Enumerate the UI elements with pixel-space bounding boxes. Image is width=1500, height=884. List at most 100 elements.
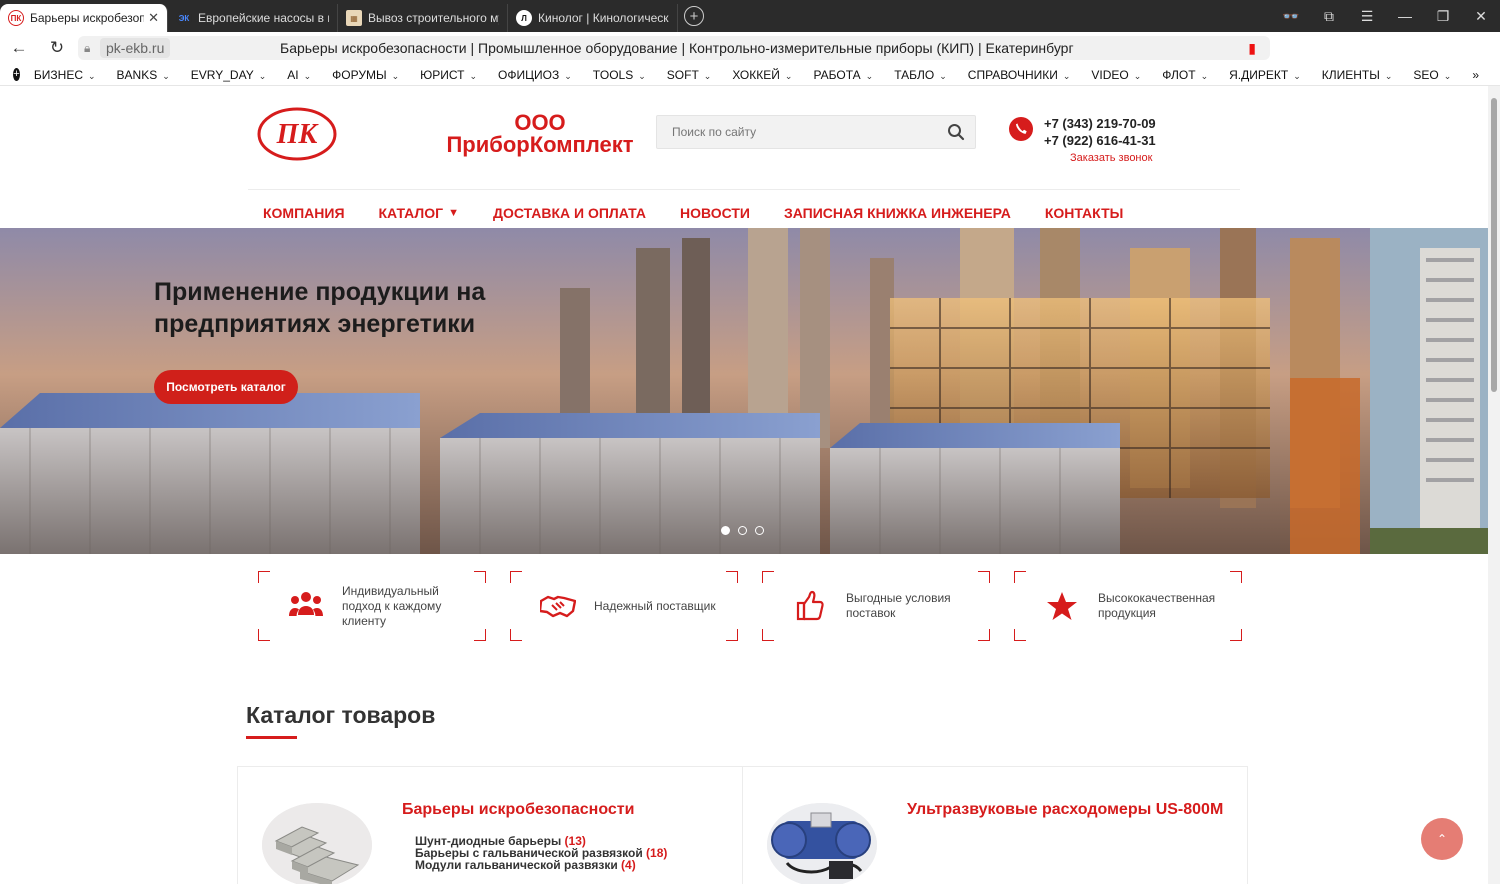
nav-item-contacts[interactable]: КОНТАКТЫ — [1045, 205, 1123, 221]
subcategory-link[interactable]: Модули гальванической развязки (4) — [415, 859, 667, 871]
feature-text: Выгодные условия поставок — [846, 591, 951, 620]
bookmark-folder[interactable]: ФЛОТ ⌄ — [1162, 68, 1208, 82]
feature-text: Надежный поставщик — [594, 598, 716, 613]
phone-number[interactable]: +7 (922) 616-41-31 — [1044, 132, 1156, 149]
nav-item-news[interactable]: НОВОСТИ — [680, 205, 750, 221]
tab-favicon: Л — [516, 10, 532, 26]
chevron-down-icon: ▼ — [448, 207, 459, 219]
catalog-card-title[interactable]: Ультразвуковые расходомеры US-800M — [907, 801, 1223, 819]
slider-dot[interactable] — [738, 526, 747, 535]
tab-title: Европейские насосы в на — [198, 11, 329, 25]
bookmarks-overflow-button[interactable]: » — [1472, 68, 1479, 82]
slider-dot[interactable] — [721, 526, 730, 535]
bookmark-folder[interactable]: ТАБЛО ⌄ — [894, 68, 947, 82]
back-arrow-icon[interactable]: ← — [0, 38, 38, 58]
bookmark-folder[interactable]: EVRY_DAY ⌄ — [191, 68, 266, 82]
search-icon[interactable] — [947, 123, 965, 141]
handshake-icon — [540, 595, 576, 618]
browser-tab[interactable]: Л Кинолог | Кинологически — [508, 4, 678, 32]
catalog-card[interactable]: Ультразвуковые расходомеры US-800M — [742, 766, 1248, 884]
reload-icon[interactable]: ↻ — [38, 38, 76, 58]
catalog-heading: Каталог товаров — [246, 702, 436, 728]
catalog-card[interactable]: Барьеры искробезопасности Шунт-диодные б… — [237, 766, 743, 884]
nav-item-catalog[interactable]: КАТАЛОГ ▼ — [379, 205, 459, 221]
thumbs-up-icon — [796, 590, 824, 621]
close-tab-icon[interactable]: ✕ — [148, 10, 159, 26]
bookmark-folder[interactable]: SEO ⌄ — [1413, 68, 1451, 82]
header-divider — [248, 189, 1240, 190]
page-title-in-address: Барьеры искробезопасности | Промышленное… — [280, 40, 1074, 56]
phone-numbers: +7 (343) 219-70-09 +7 (922) 616-41-31 — [1044, 115, 1156, 149]
site-logo[interactable]: ПК — [256, 106, 338, 162]
tab-title: Кинолог | Кинологически — [538, 11, 669, 25]
menu-icon[interactable]: ☰ — [1348, 8, 1386, 25]
tab-favicon: ▦ — [346, 10, 362, 26]
browser-tab[interactable]: ЭК Европейские насосы в на — [168, 4, 338, 32]
tab-favicon: ПК — [8, 10, 24, 26]
pk-logo-icon: ПК — [257, 107, 337, 161]
browser-tab[interactable]: ПК Барьеры искробезопа ✕ — [0, 4, 168, 32]
browser-tab[interactable]: ▦ Вывоз строительного му — [338, 4, 508, 32]
search-input[interactable] — [657, 116, 927, 148]
scrollbar-thumb[interactable] — [1491, 98, 1497, 392]
tab-favicon: ЭК — [176, 10, 192, 26]
bookmark-folder[interactable]: ФОРУМЫ ⌄ — [332, 68, 399, 82]
product-image-flowmeter[interactable] — [767, 803, 877, 884]
close-window-icon[interactable]: ✕ — [1462, 8, 1500, 25]
address-bar-row: ← ↻ 🔒︎ pk-ekb.ru Барьеры искробезопаснос… — [0, 32, 1500, 88]
bookmark-folder[interactable]: ХОККЕЙ ⌄ — [732, 68, 792, 82]
main-navigation: КОМПАНИЯ КАТАЛОГ ▼ ДОСТАВКА И ОПЛАТА НОВО… — [263, 205, 1157, 221]
bookmark-folder[interactable]: VIDEO ⌄ — [1091, 68, 1141, 82]
request-callback-link[interactable]: Заказать звонок — [1070, 152, 1152, 164]
chevron-up-icon: ⌃ — [1436, 832, 1448, 846]
nav-item-engineer-notebook[interactable]: ЗАПИСНАЯ КНИЖКА ИНЖЕНЕРА — [784, 205, 1011, 221]
site-search — [656, 115, 976, 149]
brand-line-1: ООО — [514, 110, 566, 135]
add-bookmark-icon[interactable]: + — [13, 68, 20, 81]
brand-line-2: ПриборКомплект — [446, 132, 634, 157]
subcategory-list: Шунт-диодные барьеры (13) Барьеры с галь… — [415, 835, 667, 871]
page-scrollbar[interactable] — [1488, 86, 1500, 884]
phone-icon — [1009, 117, 1033, 141]
minimize-icon[interactable]: — — [1386, 8, 1424, 24]
catalog-card-title[interactable]: Барьеры искробезопасности — [402, 801, 634, 819]
hero-slider: Применение продукции на предприятиях эне… — [0, 228, 1488, 554]
feature-text: Индивидуальный подход к каждому клиенту — [342, 583, 442, 628]
users-icon — [289, 592, 323, 616]
slider-dot[interactable] — [755, 526, 764, 535]
bookmark-folder[interactable]: SOFT ⌄ — [667, 68, 712, 82]
page-viewport: ПК ООО ПриборКомплект +7 (343) 219-70-09… — [0, 86, 1488, 884]
bookmark-folder[interactable]: Я.ДИРЕКТ ⌄ — [1229, 68, 1301, 82]
bookmark-folder[interactable]: КЛИЕНТЫ ⌄ — [1322, 68, 1393, 82]
bookmark-folder[interactable]: BANKS ⌄ — [117, 68, 170, 82]
reader-glasses-icon[interactable]: 👓 — [1272, 8, 1310, 25]
slider-dots — [721, 526, 772, 535]
phone-number[interactable]: +7 (343) 219-70-09 — [1044, 115, 1156, 132]
bookmark-folder[interactable]: AI ⌄ — [287, 68, 311, 82]
bookmark-folder[interactable]: СПРАВОЧНИКИ ⌄ — [968, 68, 1071, 82]
bookmark-folder[interactable]: ЮРИСТ ⌄ — [420, 68, 477, 82]
nav-item-company[interactable]: КОМПАНИЯ — [263, 205, 345, 221]
view-catalog-button[interactable]: Посмотреть каталог — [154, 370, 298, 404]
new-tab-button[interactable]: + — [684, 6, 704, 26]
brand-name[interactable]: ООО ПриборКомплект — [440, 112, 640, 156]
restore-icon[interactable]: ❐ — [1424, 8, 1462, 25]
star-icon — [1047, 592, 1077, 620]
url-host: pk-ekb.ru — [100, 38, 171, 58]
bookmark-folder[interactable]: БИЗНЕС ⌄ — [34, 68, 96, 82]
hero-title: Применение продукции на предприятиях эне… — [154, 278, 486, 338]
feature-item: Индивидуальный подход к каждому клиенту — [258, 571, 486, 641]
features-row: Индивидуальный подход к каждому клиенту … — [258, 571, 1242, 641]
lock-icon: 🔒︎ — [84, 40, 91, 55]
bookmark-folder[interactable]: РАБОТА ⌄ — [813, 68, 873, 82]
address-bar[interactable]: 🔒︎ pk-ekb.ru Барьеры искробезопасности |… — [78, 36, 1270, 60]
bookmark-folder[interactable]: TOOLS ⌄ — [593, 68, 646, 82]
collections-icon[interactable]: ⧉ — [1310, 8, 1348, 25]
tab-title: Барьеры искробезопа — [30, 11, 145, 25]
nav-item-delivery[interactable]: ДОСТАВКА И ОПЛАТА — [493, 205, 646, 221]
scroll-to-top-button[interactable]: ⌃ — [1421, 818, 1463, 860]
bookmark-folder[interactable]: ОФИЦИОЗ ⌄ — [498, 68, 572, 82]
feature-text: Высококачественная продукция — [1098, 591, 1216, 620]
bookmark-flag-icon[interactable]: ▮ — [1248, 40, 1256, 57]
product-image-barriers[interactable] — [262, 803, 372, 884]
